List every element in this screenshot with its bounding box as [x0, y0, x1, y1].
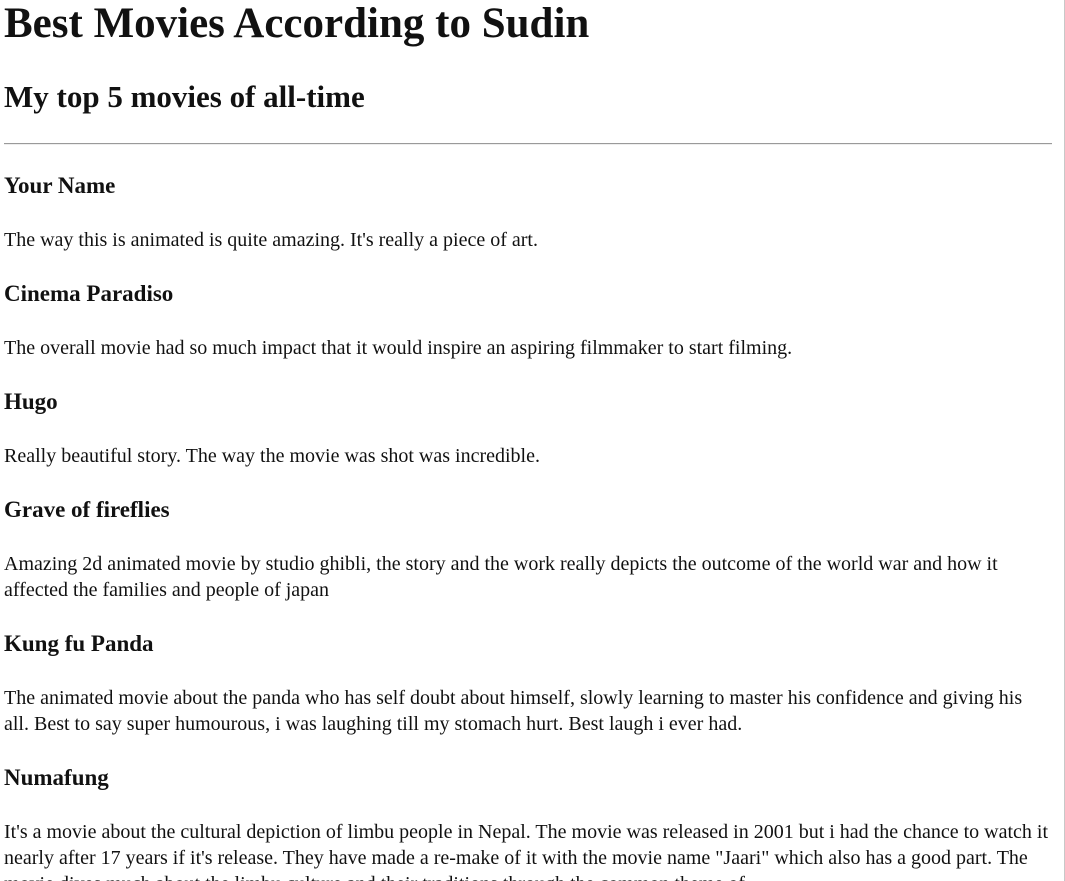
movie-review: It's a movie about the cultural depictio…: [4, 821, 1049, 881]
page-content: Best Movies According to Sudin My top 5 …: [4, 0, 1052, 881]
movie-title: Numafung: [4, 765, 109, 790]
movie-title: Cinema Paradiso: [4, 281, 174, 306]
movie-title: Grave of fireflies: [4, 497, 170, 522]
movie-review: The animated movie about the panda who h…: [4, 687, 1023, 735]
divider: [4, 143, 1052, 145]
movie-entry: Cinema Paradiso The overall movie had so…: [4, 281, 1052, 361]
movie-title: Kung fu Panda: [4, 631, 154, 656]
movie-entry: Grave of fireflies Amazing 2d animated m…: [4, 497, 1052, 603]
movie-title: Your Name: [4, 173, 116, 198]
movie-entry: Numafung It's a movie about the cultural…: [4, 765, 1052, 881]
movie-review: The overall movie had so much impact tha…: [4, 337, 793, 359]
page-title: Best Movies According to Sudin: [4, 0, 590, 47]
page-subtitle: My top 5 movies of all-time: [4, 79, 365, 114]
movie-entry: Hugo Really beautiful story. The way the…: [4, 389, 1052, 469]
movie-review: Amazing 2d animated movie by studio ghib…: [4, 553, 998, 601]
movie-entry: Kung fu Panda The animated movie about t…: [4, 631, 1052, 737]
movie-entry: Your Name The way this is animated is qu…: [4, 173, 1052, 253]
movie-title: Hugo: [4, 389, 58, 414]
movie-review: Really beautiful story. The way the movi…: [4, 445, 540, 467]
movie-review: The way this is animated is quite amazin…: [4, 229, 538, 251]
